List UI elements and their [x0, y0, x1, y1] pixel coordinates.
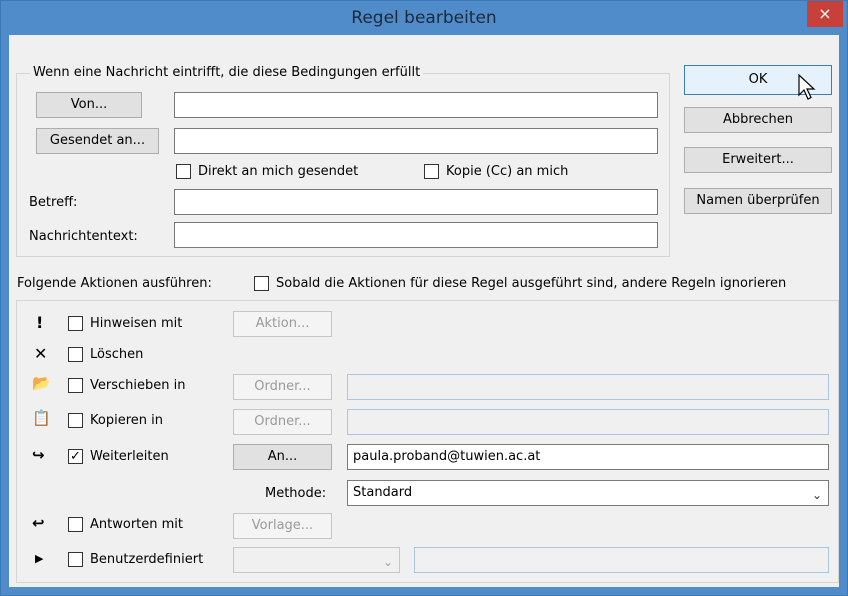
chevron-down-icon: ⌄ — [382, 555, 393, 569]
dialog-title: Regel bearbeiten — [351, 8, 497, 28]
reply-label: Antworten mit — [90, 517, 183, 532]
expand-arrow-icon: ▶ — [35, 552, 44, 565]
from-field[interactable] — [174, 92, 658, 118]
title-bar: Regel bearbeiten × — [1, 1, 847, 35]
move-folder-button[interactable]: Ordner... — [233, 374, 332, 400]
forward-checkbox[interactable]: ✓ — [68, 449, 83, 464]
custom-field[interactable] — [414, 547, 829, 573]
rule-edit-dialog: Regel bearbeiten × Wenn eine Nachricht e… — [0, 0, 848, 596]
copy-folder-button[interactable]: Ordner... — [233, 409, 332, 435]
reply-checkbox[interactable] — [68, 517, 83, 532]
actions-group — [16, 300, 839, 583]
forward-icon: ↪ — [32, 446, 45, 464]
cc-to-me-checkbox[interactable] — [424, 164, 439, 179]
sent-to-field[interactable] — [174, 128, 658, 154]
stop-rules-checkbox[interactable] — [254, 276, 269, 291]
body-label: Nachrichtentext: — [29, 229, 138, 244]
cancel-button[interactable]: Abbrechen — [684, 107, 832, 133]
reply-template-button[interactable]: Vorlage... — [233, 513, 332, 539]
delete-x-icon: ✕ — [34, 344, 48, 363]
dialog-body: Wenn eine Nachricht eintrifft, die diese… — [9, 35, 839, 587]
cc-to-me-label: Kopie (Cc) an mich — [446, 164, 569, 179]
custom-label: Benutzerdefiniert — [90, 552, 204, 567]
method-select[interactable]: Standard ⌄ — [347, 480, 829, 506]
move-checkbox[interactable] — [68, 378, 83, 393]
delete-label: Löschen — [90, 347, 144, 362]
method-label: Methode: — [265, 486, 327, 501]
method-value: Standard — [353, 485, 413, 500]
subject-label: Betreff: — [29, 195, 78, 210]
body-field[interactable] — [174, 222, 658, 248]
custom-checkbox[interactable] — [68, 552, 83, 567]
forward-label: Weiterleiten — [90, 449, 169, 464]
sent-to-button[interactable]: Gesendet an... — [36, 128, 159, 154]
move-folder-icon: 📂 — [32, 374, 51, 392]
close-button[interactable]: × — [807, 1, 843, 27]
from-button[interactable]: Von... — [36, 92, 142, 118]
direct-to-me-label: Direkt an mich gesendet — [198, 164, 359, 179]
copy-folder-icon: 📋 — [32, 409, 51, 427]
chevron-down-icon: ⌄ — [811, 488, 822, 502]
move-label: Verschieben in — [90, 378, 186, 393]
alert-label: Hinweisen mit — [90, 316, 183, 331]
custom-select[interactable]: ⌄ — [233, 547, 400, 573]
delete-checkbox[interactable] — [68, 347, 83, 362]
copy-folder-field[interactable] — [347, 409, 829, 435]
alert-checkbox[interactable] — [68, 316, 83, 331]
direct-to-me-checkbox[interactable] — [176, 164, 191, 179]
forward-address-field[interactable]: paula.proband@tuwien.ac.at — [347, 444, 829, 470]
conditions-group-label: Wenn eine Nachricht eintrifft, die diese… — [30, 65, 424, 80]
mouse-cursor-icon — [798, 74, 816, 100]
copy-checkbox[interactable] — [68, 413, 83, 428]
forward-to-button[interactable]: An... — [233, 444, 332, 470]
move-folder-field[interactable] — [347, 374, 829, 400]
advanced-button[interactable]: Erweitert... — [684, 147, 832, 173]
copy-label: Kopieren in — [90, 413, 163, 428]
actions-header-label: Folgende Aktionen ausführen: — [17, 276, 212, 291]
check-names-button[interactable]: Namen überprüfen — [684, 188, 832, 214]
reply-icon: ↩ — [32, 514, 45, 532]
subject-field[interactable] — [174, 189, 658, 215]
alert-action-button[interactable]: Aktion... — [233, 311, 332, 337]
checkmark-icon: ✓ — [70, 449, 81, 464]
close-icon: × — [818, 4, 832, 23]
exclamation-icon: ! — [36, 313, 44, 332]
stop-rules-label: Sobald die Aktionen für diese Regel ausg… — [276, 276, 787, 291]
